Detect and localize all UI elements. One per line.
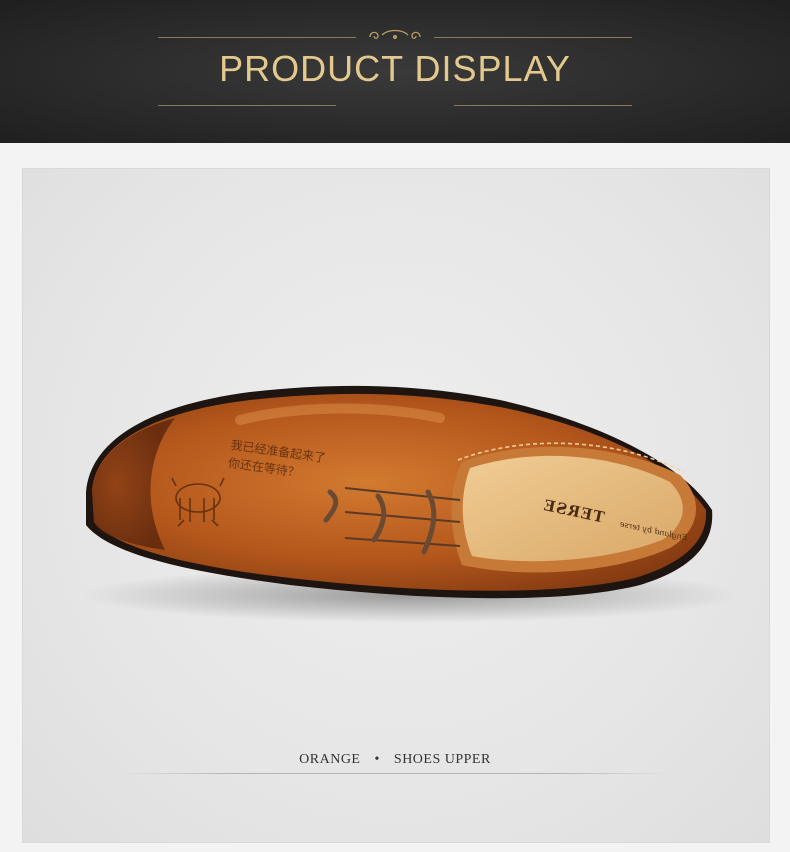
caption-color: ORANGE <box>299 752 361 767</box>
product-image <box>80 385 740 623</box>
caption: ORANGE • SHOES UPPER <box>0 752 790 768</box>
caption-part: SHOES UPPER <box>393 752 491 767</box>
caption-separator: • <box>374 752 380 767</box>
caption-rule <box>120 773 670 774</box>
